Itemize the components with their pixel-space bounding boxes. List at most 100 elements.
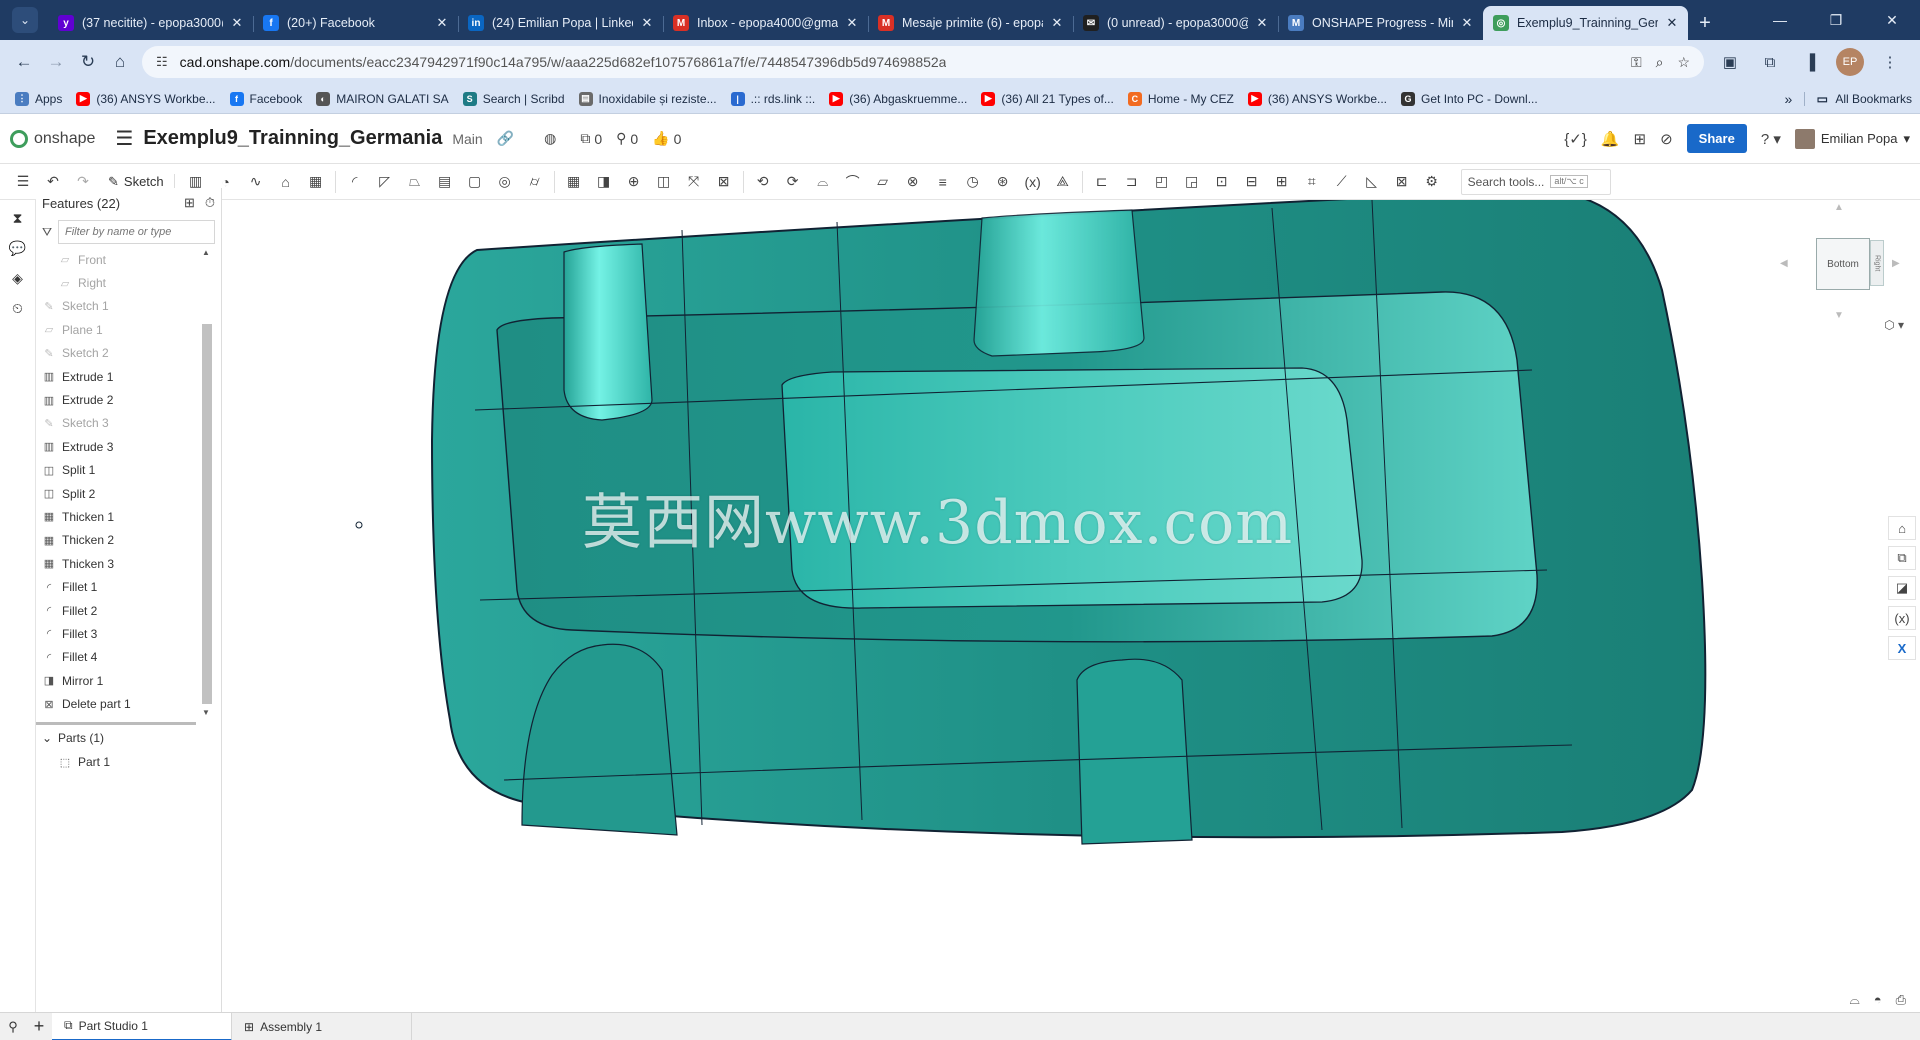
extensions-puzzle-icon[interactable]: ⧉ bbox=[1756, 48, 1784, 76]
appearance-panel-icon[interactable]: ◪ bbox=[1888, 576, 1916, 600]
bom-icon[interactable]: ⧉ bbox=[1888, 546, 1916, 570]
feature-item[interactable]: ▥ Extrude 3 bbox=[36, 435, 206, 458]
fx-variable-icon[interactable]: (x) bbox=[1022, 171, 1044, 193]
add-folder-icon[interactable]: ⊞ bbox=[184, 195, 195, 211]
close-tab-icon[interactable]: ✕ bbox=[1664, 15, 1680, 31]
tab-tool-icon[interactable]: ⊡ bbox=[1211, 171, 1233, 193]
browser-menu-icon[interactable]: ⋮ bbox=[1876, 48, 1904, 76]
rollback-timer-icon[interactable]: ⏱ bbox=[205, 195, 215, 211]
feature-item[interactable]: ◜ Fillet 1 bbox=[36, 575, 206, 598]
back-icon[interactable]: ← bbox=[8, 46, 40, 78]
bookmark-item[interactable]: ▤ Inoxidabile și reziste... bbox=[572, 87, 724, 111]
code-icon[interactable]: {✓} bbox=[1564, 130, 1587, 148]
onshape-logo[interactable]: onshape bbox=[10, 129, 95, 148]
tab-search-icon[interactable]: ⌄ bbox=[12, 7, 38, 33]
graphics-viewport[interactable]: 莫西网www.3dmox.com ▲ ◀ ▶ ▼ Bottom Right ⬡ … bbox=[222, 200, 1920, 1012]
draft-tool-icon[interactable]: ⏢ bbox=[404, 171, 426, 193]
bookmark-item[interactable]: |.:: rds.link ::. bbox=[724, 87, 823, 111]
browser-tab[interactable]: f (20+) Facebook ✕ bbox=[253, 6, 458, 40]
filter-icon[interactable]: ⛛ bbox=[42, 225, 58, 240]
corner-tool-icon[interactable]: ◰ bbox=[1151, 171, 1173, 193]
feature-item[interactable]: ▱ Right bbox=[36, 271, 206, 294]
feature-item[interactable]: ◜ Fillet 3 bbox=[36, 622, 206, 645]
bookmarks-overflow-icon[interactable]: » bbox=[1775, 91, 1803, 107]
part-item[interactable]: ⬚ Part 1 bbox=[36, 750, 222, 774]
history-icon[interactable]: ⏲ bbox=[4, 294, 32, 322]
notifications-icon[interactable]: 🔔 bbox=[1601, 130, 1620, 148]
bookmark-item[interactable]: ▶ (36) All 21 Types of... bbox=[974, 87, 1121, 111]
extension-icon[interactable]: ▣ bbox=[1716, 48, 1744, 76]
feature-list-toggle-icon[interactable]: ☰ bbox=[12, 171, 34, 193]
feature-item[interactable]: ◫ Split 2 bbox=[36, 482, 206, 505]
browser-tab[interactable]: y (37 necitite) - epopa3000@ ✕ bbox=[48, 6, 253, 40]
view-cube-side[interactable]: Right bbox=[1870, 240, 1884, 286]
feature-item[interactable]: ✎ Sketch 2 bbox=[36, 342, 206, 365]
browser-tab[interactable]: M ONSHAPE Progress - Mind ✕ bbox=[1278, 6, 1483, 40]
branch-name[interactable]: Main bbox=[452, 131, 482, 147]
feature-filter-input[interactable] bbox=[58, 220, 215, 244]
restore-icon[interactable]: ❐ bbox=[1808, 0, 1864, 40]
transform-tool-icon[interactable]: ⤧ bbox=[683, 171, 705, 193]
cylinder-tool-icon[interactable]: ⌭ bbox=[524, 171, 546, 193]
appearances-icon[interactable]: ◈ bbox=[4, 264, 32, 292]
address-bar[interactable]: ☷ cad.onshape.com /documents/eacc2347942… bbox=[142, 46, 1704, 78]
rotate-up-icon[interactable]: ▲ bbox=[1834, 202, 1844, 213]
close-tab-icon[interactable]: ✕ bbox=[844, 15, 860, 31]
frame-tool-icon[interactable]: ⌗ bbox=[1301, 171, 1323, 193]
share-button[interactable]: Share bbox=[1686, 124, 1747, 153]
view-options-menu-icon[interactable]: ⬡ ▾ bbox=[1884, 318, 1904, 332]
element-tab[interactable]: ⧉ Part Studio 1 bbox=[52, 1012, 232, 1040]
bookmark-item[interactable]: ▶ (36) Abgaskruemme... bbox=[822, 87, 974, 111]
comments-icon[interactable]: 💬 bbox=[4, 234, 32, 262]
rotate-down-icon[interactable]: ▼ bbox=[1834, 310, 1844, 321]
render-mode-icon[interactable]: ◓ bbox=[1874, 992, 1882, 1008]
part-model[interactable] bbox=[222, 200, 1920, 1012]
variable-tool-icon[interactable]: ≡ bbox=[932, 171, 954, 193]
feature-item[interactable]: ◫ Split 1 bbox=[36, 459, 206, 482]
bookmark-item[interactable]: f Facebook bbox=[223, 87, 310, 111]
close-tab-icon[interactable]: ✕ bbox=[1049, 15, 1065, 31]
hole-tool-icon[interactable]: ◎ bbox=[494, 171, 516, 193]
hamburger-menu-icon[interactable]: ☰ bbox=[115, 126, 133, 151]
mirror-tool-icon[interactable]: ◨ bbox=[593, 171, 615, 193]
thicken-tool-icon[interactable]: ▦ bbox=[305, 171, 327, 193]
feature-item[interactable]: ◜ Fillet 4 bbox=[36, 646, 206, 669]
feature-list-scrollbar[interactable]: ▲ ▼ bbox=[200, 248, 212, 722]
wrap-tool-icon[interactable]: ⟁ bbox=[1052, 171, 1074, 193]
feature-item[interactable]: ▥ Extrude 2 bbox=[36, 388, 206, 411]
forward-icon[interactable]: → bbox=[40, 46, 72, 78]
fill-tool-icon[interactable]: ⌒ bbox=[842, 171, 864, 193]
zoom-icon[interactable]: ⌕ bbox=[1656, 54, 1664, 71]
search-tools-input[interactable]: Search tools... alt/⌥ c bbox=[1460, 168, 1611, 195]
scrollbar-thumb[interactable] bbox=[202, 324, 212, 704]
close-tab-icon[interactable]: ✕ bbox=[434, 15, 450, 31]
globe-public-icon[interactable]: ◍ bbox=[544, 130, 556, 147]
plane-tool-icon[interactable]: ▱ bbox=[872, 171, 894, 193]
close-tab-icon[interactable]: ✕ bbox=[1459, 15, 1475, 31]
feature-item[interactable]: ▦ Thicken 2 bbox=[36, 529, 206, 552]
close-tab-icon[interactable]: ✕ bbox=[229, 15, 245, 31]
flat-view-tool-icon[interactable]: ⊞ bbox=[1271, 171, 1293, 193]
scroll-down-icon[interactable]: ▼ bbox=[200, 708, 212, 722]
feature-item[interactable]: ▦ Thicken 1 bbox=[36, 505, 206, 528]
bookmark-item[interactable]: ◐ MAIRON GALATI SA bbox=[309, 87, 455, 111]
browser-tab[interactable]: M Inbox - epopa4000@gmail ✕ bbox=[663, 6, 868, 40]
bookmark-item[interactable]: ⋮ Apps bbox=[8, 87, 69, 111]
bookmark-item[interactable]: ▶ (36) ANSYS Workbe... bbox=[1241, 87, 1394, 111]
feature-item[interactable]: ◨ Mirror 1 bbox=[36, 669, 206, 692]
feature-item[interactable]: ▥ Extrude 1 bbox=[36, 365, 206, 388]
delete-part-tool-icon[interactable]: ⊠ bbox=[713, 171, 735, 193]
flange-tool-icon[interactable]: ⊐ bbox=[1121, 171, 1143, 193]
feature-item[interactable]: ✎ Sketch 3 bbox=[36, 412, 206, 435]
view-cube[interactable]: ▲ ◀ ▶ ▼ Bottom Right bbox=[1774, 200, 1904, 330]
feature-item[interactable]: ⊠ Delete part 1 bbox=[36, 692, 206, 715]
feature-item[interactable]: ▱ Plane 1 bbox=[36, 318, 206, 341]
bookmark-item[interactable]: S Search | Scribd bbox=[456, 87, 572, 111]
document-title[interactable]: Exemplu9_Trainning_Germania bbox=[143, 127, 442, 150]
bookmark-item[interactable]: C Home - My CEZ bbox=[1121, 87, 1241, 111]
offset-surface-tool-icon[interactable]: ⌓ bbox=[812, 171, 834, 193]
mate-connector-tool-icon[interactable]: ⊗ bbox=[902, 171, 924, 193]
minimize-icon[interactable]: — bbox=[1752, 0, 1808, 40]
configurations-icon[interactable]: ⌂ bbox=[1888, 516, 1916, 540]
key-icon[interactable]: ⚿ bbox=[1631, 54, 1642, 71]
